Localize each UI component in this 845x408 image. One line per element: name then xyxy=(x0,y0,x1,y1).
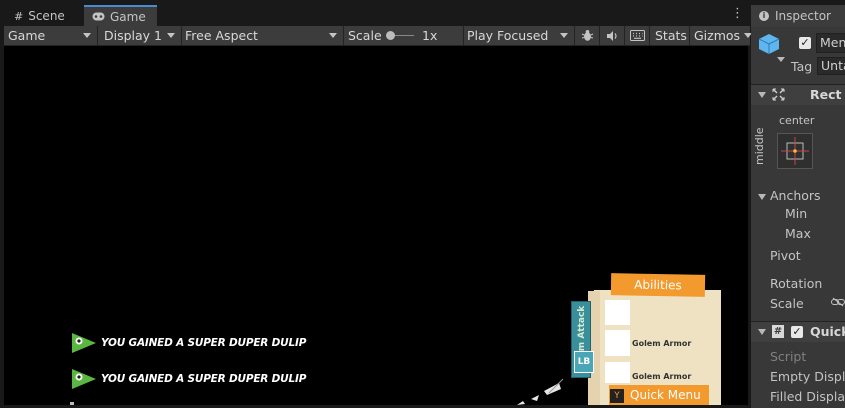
play-mode-value: Play Focused xyxy=(467,28,549,43)
chevron-down-icon xyxy=(758,329,766,335)
tab-scene-label: Scene xyxy=(28,9,65,23)
active-checkbox[interactable]: ✓ xyxy=(799,37,811,49)
link-icon[interactable] xyxy=(831,297,845,307)
component-label: Quick xyxy=(810,324,845,339)
aspect-value: Free Aspect xyxy=(185,28,258,43)
bug-icon xyxy=(581,30,593,41)
green-fish-icon xyxy=(72,333,96,353)
abilities-label: Abilities xyxy=(634,277,682,293)
info-icon: i xyxy=(759,11,769,21)
quick-menu-label: Quick Menu xyxy=(630,388,701,402)
gizmos-button[interactable]: Gizmos xyxy=(690,26,752,45)
rotation-label: Rotation xyxy=(770,276,823,291)
lb-button-icon: LB xyxy=(574,351,594,373)
tag-label: Tag xyxy=(791,59,813,74)
inspector-panel: ✓ Men Tag Unta Rect T center middle Anch… xyxy=(751,27,845,408)
item-slot[interactable] xyxy=(605,300,630,325)
rect-transform-icon xyxy=(772,88,785,101)
anchor-v-label: middle xyxy=(753,127,766,165)
notification-text: YOU GAINED A SUPER DUPER DULIP xyxy=(101,337,307,349)
chevron-down-icon xyxy=(560,33,568,38)
item-slot[interactable] xyxy=(605,362,630,383)
notification-banner: YOU GAINED A SUPER DUPER DULIP xyxy=(70,330,306,356)
game-toolbar: Game Display 1 Free Aspect Scale 1x Play… xyxy=(4,26,752,46)
chevron-down-icon xyxy=(329,33,337,38)
quick-component-header[interactable]: # ✓ Quick xyxy=(751,321,845,342)
scale-label: Scale xyxy=(770,296,804,311)
quick-menu-button[interactable]: Y Quick Menu xyxy=(609,385,709,405)
component-enabled-checkbox[interactable]: ✓ xyxy=(791,326,803,338)
scale-label: Scale xyxy=(348,28,382,43)
tab-game[interactable]: Game xyxy=(84,5,157,27)
rect-transform-label: Rect T xyxy=(810,87,845,102)
tab-inspector[interactable]: i Inspector xyxy=(751,5,845,27)
mute-audio-toggle[interactable] xyxy=(600,26,625,45)
anchor-preset-button[interactable] xyxy=(777,133,813,169)
gizmos-label: Gizmos xyxy=(694,28,741,43)
slash-effect-icon xyxy=(517,378,564,405)
max-label: Max xyxy=(785,226,811,241)
tag-dropdown[interactable]: Unta xyxy=(817,57,845,75)
anchors-label: Anchors xyxy=(770,188,821,203)
chevron-down-icon[interactable] xyxy=(777,57,785,62)
object-name-value: Men xyxy=(820,35,845,50)
notification-text: YOU GAINED A SUPER DUPER DULIP xyxy=(101,373,307,385)
scale-slider[interactable]: Scale 1x xyxy=(344,26,464,45)
rect-transform-header[interactable]: Rect T xyxy=(751,84,845,105)
cube-icon xyxy=(758,34,780,54)
keyboard-icon xyxy=(629,30,645,41)
script-label: Script xyxy=(770,349,807,364)
chevron-down-icon xyxy=(758,92,766,98)
abilities-tab[interactable]: Abilities xyxy=(610,273,706,297)
green-fish-icon xyxy=(72,369,96,389)
chevron-down-icon xyxy=(167,33,175,38)
item-label: Golem Armor xyxy=(632,339,692,348)
display-mode-value: Game xyxy=(8,28,46,43)
empty-display-label: Empty Display xyxy=(770,369,845,384)
chevron-down-icon[interactable] xyxy=(758,194,766,200)
game-viewport[interactable]: YOU GAINED A SUPER DUPER DULIP YOU GAINE… xyxy=(4,46,748,405)
notification-banner: YOU GAINED A SUPER DUPER DULIP xyxy=(70,366,306,392)
item-slot[interactable] xyxy=(605,330,630,356)
stats-button[interactable]: Stats xyxy=(650,26,690,45)
partial-notification-icon xyxy=(70,402,74,405)
filled-display-label: Filled Display xyxy=(770,389,845,404)
play-mode-dropdown[interactable]: Play Focused xyxy=(464,26,575,45)
pivot-label: Pivot xyxy=(770,248,801,263)
scale-value: 1x xyxy=(422,28,438,43)
object-name-field[interactable]: Men xyxy=(816,33,845,53)
tag-value: Unta xyxy=(821,58,845,73)
gamepad-icon xyxy=(92,11,105,24)
tab-scene[interactable]: # Scene xyxy=(6,5,84,27)
anchor-preset-icon xyxy=(781,137,809,165)
keyboard-toggle[interactable] xyxy=(625,26,650,45)
key-prompt-icon: Y xyxy=(610,389,624,403)
display-value: Display 1 xyxy=(104,28,163,43)
min-label: Min xyxy=(785,206,808,221)
display-mode-dropdown[interactable]: Game xyxy=(4,26,98,45)
item-label: Golem Armor xyxy=(632,372,692,381)
bug-toggle[interactable] xyxy=(575,26,600,45)
stats-label: Stats xyxy=(655,28,687,43)
script-icon: # xyxy=(772,325,784,338)
speaker-icon xyxy=(606,30,617,41)
inspector-tab-label: Inspector xyxy=(775,9,831,23)
hash-icon: # xyxy=(14,9,24,23)
scale-thumb[interactable] xyxy=(386,31,395,40)
anchor-h-label: center xyxy=(779,114,815,127)
aspect-dropdown[interactable]: Free Aspect xyxy=(182,26,344,45)
more-options-icon[interactable]: ⋮ xyxy=(731,6,744,21)
lb-label: LB xyxy=(577,357,591,367)
tab-game-label: Game xyxy=(110,10,146,24)
display-dropdown[interactable]: Display 1 xyxy=(98,26,182,45)
chevron-down-icon xyxy=(83,33,91,38)
